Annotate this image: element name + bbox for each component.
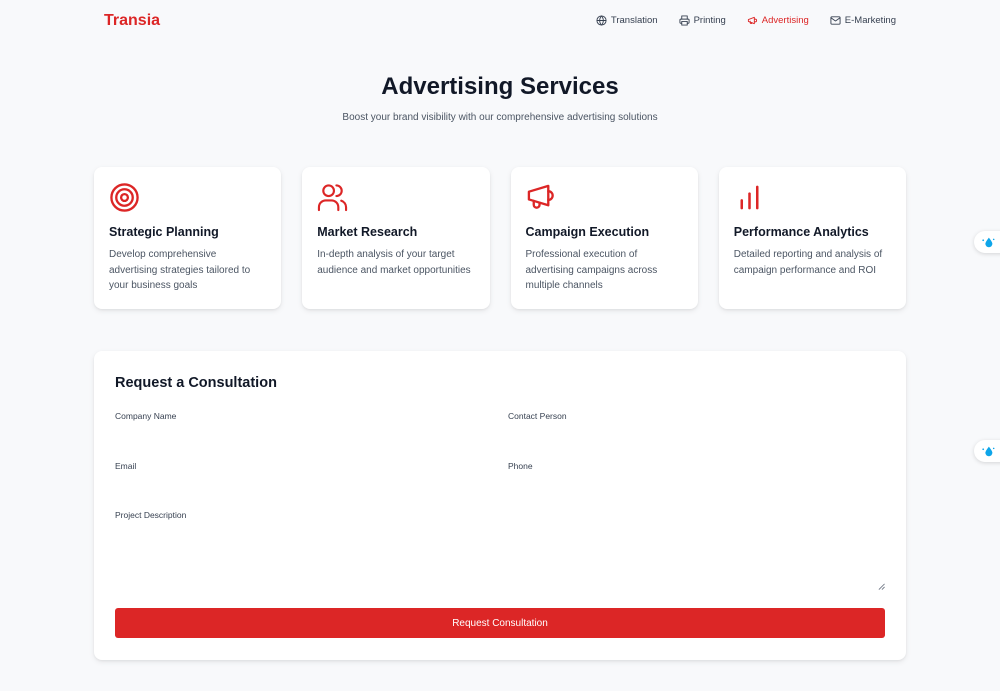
printer-icon xyxy=(679,15,690,26)
card-description: Professional execution of advertising ca… xyxy=(525,249,658,291)
nav-link-label: Printing xyxy=(693,15,726,26)
project-description-textarea[interactable] xyxy=(115,525,885,591)
company-name-label: Company Name xyxy=(115,411,177,421)
nav-link-printing[interactable]: Printing xyxy=(679,15,726,26)
brand-logo[interactable]: Transia xyxy=(104,12,160,30)
phone-label: Phone xyxy=(508,461,533,471)
users-icon xyxy=(317,182,348,213)
email-input[interactable] xyxy=(115,475,493,499)
page-title: Advertising Services xyxy=(381,73,619,100)
card-description: Detailed reporting and analysis of campa… xyxy=(733,249,883,276)
resize-handle-icon[interactable] xyxy=(878,583,885,590)
water-drop-icon xyxy=(982,446,995,457)
service-card-strategic-planning: Strategic Planning Develop comprehensive… xyxy=(94,167,282,309)
email-label: Email xyxy=(115,461,137,471)
service-card-market-research: Market Research In-depth analysis of you… xyxy=(302,167,490,309)
service-cards: Strategic Planning Develop comprehensive… xyxy=(94,167,906,309)
card-title: Campaign Execution xyxy=(525,225,650,239)
side-widget-bottom[interactable] xyxy=(974,440,1000,462)
nav-link-label: Translation xyxy=(610,15,658,26)
page-subtitle: Boost your brand visibility with our com… xyxy=(342,112,658,123)
contact-person-label: Contact Person xyxy=(508,411,567,421)
project-description-label: Project Description xyxy=(115,510,187,520)
nav-link-translation[interactable]: Translation xyxy=(596,15,658,26)
nav-link-label: Advertising xyxy=(761,15,809,26)
globe-icon xyxy=(596,15,607,26)
top-nav: Transia Translation Printing Advertising… xyxy=(0,0,1000,44)
request-consultation-button[interactable]: Request Consultation xyxy=(115,608,885,638)
card-description: In-depth analysis of your target audienc… xyxy=(317,249,471,276)
nav-link-label: E-Marketing xyxy=(844,15,896,26)
nav-links: Translation Printing Advertising E-Marke… xyxy=(596,15,896,26)
company-name-input[interactable] xyxy=(115,425,493,449)
phone-input[interactable] xyxy=(508,475,885,499)
side-widget-top[interactable] xyxy=(974,231,1000,253)
card-title: Market Research xyxy=(317,225,418,239)
service-card-performance-analytics: Performance Analytics Detailed reporting… xyxy=(718,167,906,309)
megaphone-icon xyxy=(526,182,557,213)
consultation-form: Request a Consultation Company Name Cont… xyxy=(94,351,906,660)
service-card-campaign-execution: Campaign Execution Professional executio… xyxy=(510,167,698,309)
target-icon xyxy=(109,182,140,213)
bar-chart-icon xyxy=(734,182,765,213)
card-description: Develop comprehensive advertising strate… xyxy=(109,249,251,291)
mail-icon xyxy=(830,16,841,25)
water-drop-icon xyxy=(982,237,995,248)
nav-link-advertising[interactable]: Advertising xyxy=(747,15,809,26)
contact-person-input[interactable] xyxy=(508,425,885,449)
nav-link-emarketing[interactable]: E-Marketing xyxy=(830,15,896,26)
form-title: Request a Consultation xyxy=(115,375,277,391)
megaphone-icon xyxy=(747,16,757,25)
card-title: Performance Analytics xyxy=(733,225,869,239)
card-title: Strategic Planning xyxy=(109,225,219,239)
